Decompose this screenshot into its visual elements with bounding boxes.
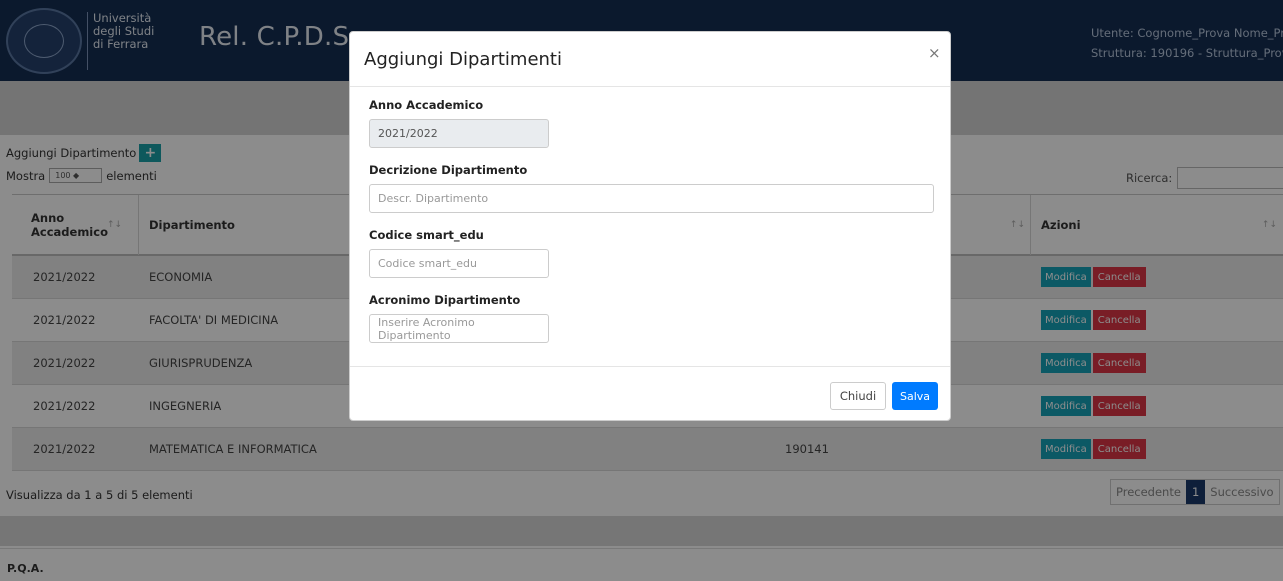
close-button[interactable]: Chiudi xyxy=(830,382,886,410)
anno-label: Anno Accademico xyxy=(369,98,484,112)
acronimo-label: Acronimo Dipartimento xyxy=(369,293,521,307)
acronimo-input[interactable]: Inserire Acronimo Dipartimento xyxy=(369,314,549,343)
modal-title: Aggiungi Dipartimenti xyxy=(364,49,562,70)
descr-input[interactable]: Descr. Dipartimento xyxy=(369,184,934,213)
anno-field: 2021/2022 xyxy=(369,119,549,148)
codice-input[interactable]: Codice smart_edu xyxy=(369,249,549,278)
descr-label: Decrizione Dipartimento xyxy=(369,163,528,177)
close-icon[interactable]: × xyxy=(928,44,941,62)
add-department-modal: Aggiungi Dipartimenti × Anno Accademico … xyxy=(349,31,951,421)
save-button[interactable]: Salva xyxy=(892,382,938,410)
modal-footer-divider xyxy=(350,366,950,367)
codice-label: Codice smart_edu xyxy=(369,228,484,242)
modal-header: Aggiungi Dipartimenti × xyxy=(350,32,950,87)
